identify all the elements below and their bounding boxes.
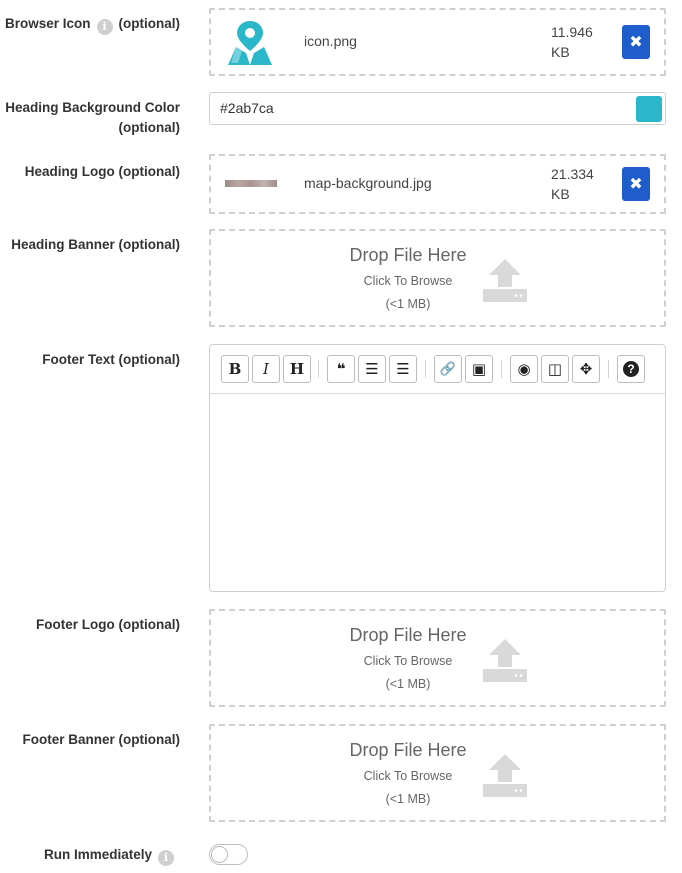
drop-title: Drop File Here: [349, 245, 467, 265]
footer-banner-row: Footer Banner (optional) Drop File Here …: [0, 724, 682, 822]
footer-banner-dropzone[interactable]: Drop File Here Click To Browse (<1 MB): [209, 724, 666, 822]
file-name: map-background.jpg: [304, 175, 432, 191]
heading-banner-label: Heading Banner (optional): [11, 237, 180, 252]
upload-icon: [483, 259, 527, 302]
preview-eye-icon[interactable]: ◉: [510, 355, 538, 383]
run-immediately-toggle[interactable]: [209, 844, 248, 865]
info-icon[interactable]: i: [96, 19, 113, 35]
drop-title: Drop File Here: [349, 740, 467, 760]
footer-logo-row: Footer Logo (optional) Drop File Here Cl…: [0, 609, 682, 707]
size-limit: (<1 MB): [385, 297, 431, 311]
drop-title: Drop File Here: [349, 625, 467, 645]
image-icon[interactable]: ▣: [465, 355, 493, 383]
editor-toolbar: B I H ❝ ☰ ☰ 🔗 ▣ ◉ ◫ ✥ ?: [210, 345, 665, 394]
upload-icon: [483, 639, 527, 682]
upload-icon: [483, 754, 527, 797]
heading-banner-row: Heading Banner (optional) Drop File Here…: [0, 229, 682, 327]
heading-logo-row: Heading Logo (optional) map-background.j…: [0, 154, 682, 214]
heading-logo-label: Heading Logo (optional): [24, 164, 180, 179]
markdown-guide-icon[interactable]: ?: [617, 355, 645, 383]
unordered-list-icon[interactable]: ☰: [358, 355, 386, 383]
toolbar-separator: [318, 360, 319, 378]
browser-icon-file[interactable]: icon.png 11.946 KB ✖: [209, 8, 666, 76]
remove-file-button[interactable]: ✖: [622, 25, 650, 59]
footer-text-row: Footer Text (optional) B I H ❝ ☰ ☰ 🔗 ▣ ◉…: [0, 344, 682, 592]
heading-bg-color-row: Heading Background Color (optional) #2ab…: [0, 92, 682, 135]
browser-icon-row: Browser Icon i (optional) icon.png 11.946 …: [0, 8, 682, 76]
map-pin-icon: [228, 21, 272, 65]
bold-button[interactable]: B: [221, 355, 249, 383]
toggle-knob: [211, 846, 228, 863]
heading-logo-file[interactable]: map-background.jpg 21.334 KB ✖: [209, 154, 666, 214]
file-size: 11.946 KB: [551, 24, 593, 60]
color-input[interactable]: #2ab7ca: [209, 92, 666, 125]
info-icon[interactable]: i: [158, 850, 174, 866]
footer-banner-label: Footer Banner (optional): [22, 732, 181, 747]
quote-icon[interactable]: ❝: [327, 355, 355, 383]
remove-file-button[interactable]: ✖: [622, 167, 650, 201]
footer-text-label: Footer Text (optional): [42, 352, 180, 367]
heading-bg-color-label: Heading Background Color (optional): [5, 100, 180, 135]
file-name: icon.png: [304, 33, 357, 49]
click-to-browse[interactable]: Click To Browse: [211, 654, 605, 668]
link-icon[interactable]: 🔗: [434, 355, 462, 383]
heading-banner-dropzone[interactable]: Drop File Here Click To Browse (<1 MB): [209, 229, 666, 327]
size-limit: (<1 MB): [385, 792, 431, 806]
toolbar-separator: [608, 360, 609, 378]
heading-button[interactable]: H: [283, 355, 311, 383]
image-thumbnail: [225, 180, 277, 187]
ordered-list-icon[interactable]: ☰: [389, 355, 417, 383]
italic-button[interactable]: I: [252, 355, 280, 383]
markdown-editor: B I H ❝ ☰ ☰ 🔗 ▣ ◉ ◫ ✥ ?: [209, 344, 666, 592]
toolbar-separator: [425, 360, 426, 378]
size-limit: (<1 MB): [385, 677, 431, 691]
toolbar-separator: [501, 360, 502, 378]
click-to-browse[interactable]: Click To Browse: [211, 769, 605, 783]
run-immediately-label: Run Immediately i: [0, 845, 180, 866]
footer-logo-dropzone[interactable]: Drop File Here Click To Browse (<1 MB): [209, 609, 666, 707]
editor-text-area[interactable]: [210, 395, 665, 591]
browser-icon-label: Browser Icon i (optional): [4, 16, 180, 35]
side-by-side-icon[interactable]: ◫: [541, 355, 569, 383]
click-to-browse[interactable]: Click To Browse: [211, 274, 605, 288]
fullscreen-icon[interactable]: ✥: [572, 355, 600, 383]
color-swatch[interactable]: [636, 96, 662, 122]
footer-logo-label: Footer Logo (optional): [36, 617, 180, 632]
file-size: 21.334 KB: [551, 166, 594, 202]
